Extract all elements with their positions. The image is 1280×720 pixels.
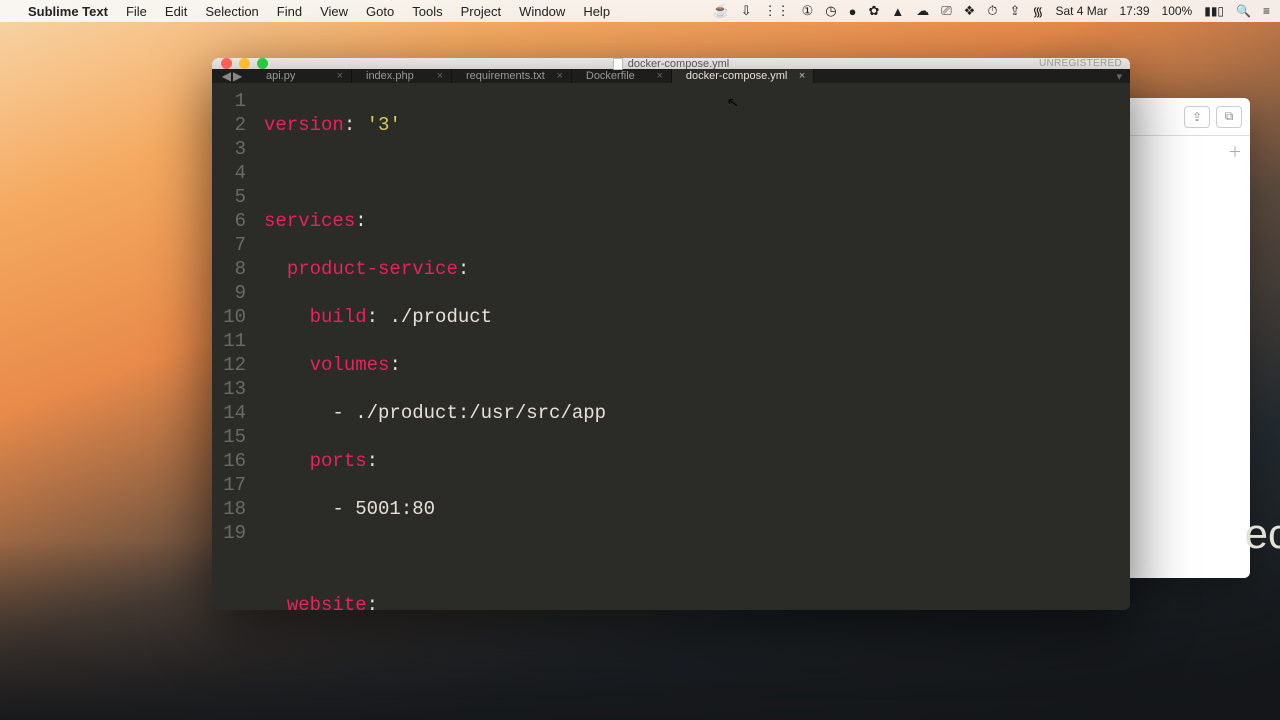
- file-icon: [613, 58, 623, 70]
- sublime-text-window[interactable]: docker-compose.yml UNREGISTERED ◀▶ api.p…: [212, 58, 1130, 610]
- line-number: 7: [212, 233, 246, 257]
- menu-window[interactable]: Window: [519, 4, 565, 19]
- app-menu[interactable]: Sublime Text: [28, 4, 108, 19]
- window-titlebar[interactable]: docker-compose.yml UNREGISTERED: [212, 58, 1130, 69]
- menu-selection[interactable]: Selection: [205, 4, 258, 19]
- menubar-time[interactable]: 17:39: [1119, 4, 1149, 18]
- spotlight-icon[interactable]: 🔍: [1236, 4, 1251, 18]
- tab-history-nav[interactable]: ◀▶: [212, 69, 252, 83]
- zoom-window-icon[interactable]: [257, 58, 268, 69]
- yaml-key: services: [264, 210, 355, 232]
- menu-help[interactable]: Help: [583, 4, 610, 19]
- line-number: 18: [212, 497, 246, 521]
- menu-file[interactable]: File: [126, 4, 147, 19]
- yaml-key: website: [287, 594, 367, 610]
- line-number: 19: [212, 521, 246, 545]
- line-number: 1: [212, 89, 246, 113]
- line-number: 8: [212, 257, 246, 281]
- status-icon[interactable]: ⏱: [987, 3, 997, 19]
- tab-label: api.py: [266, 70, 295, 82]
- macos-menubar: Sublime Text File Edit Selection Find Vi…: [0, 0, 1280, 22]
- line-number: 6: [212, 209, 246, 233]
- tabs-icon[interactable]: ⧉: [1216, 106, 1242, 128]
- code-content[interactable]: version: '3' services: product-service: …: [256, 83, 1130, 610]
- tab-docker-compose-yml[interactable]: docker-compose.yml ×: [672, 69, 814, 83]
- menu-find[interactable]: Find: [277, 4, 302, 19]
- yaml-value: - 5001:80: [332, 498, 435, 520]
- tab-overflow-icon[interactable]: ▾: [1116, 70, 1122, 83]
- status-icon[interactable]: ⇪: [1009, 3, 1020, 19]
- line-number: 12: [212, 353, 246, 377]
- tab-label: index.php: [366, 70, 414, 82]
- tab-index-php[interactable]: index.php ×: [352, 69, 452, 83]
- line-number: 10: [212, 305, 246, 329]
- line-number: 4: [212, 161, 246, 185]
- line-number: 3: [212, 137, 246, 161]
- close-icon[interactable]: ×: [799, 70, 805, 82]
- menubar-status-area: ☕ ⇩ ⋮⋮ ① ◷ ● ✿ ▲ ☁ ⎚ ❖ ⏱ ⇪ ᯾ Sat 4 Mar 1…: [713, 2, 1270, 20]
- close-icon[interactable]: ×: [656, 70, 662, 82]
- unregistered-label: UNREGISTERED: [1039, 58, 1122, 69]
- yaml-value: '3': [367, 114, 401, 136]
- partial-text: eck: [1245, 510, 1280, 558]
- menu-goto[interactable]: Goto: [366, 4, 394, 19]
- menu-project[interactable]: Project: [461, 4, 501, 19]
- yaml-key: product-service: [287, 258, 458, 280]
- chevron-left-icon[interactable]: ◀: [222, 69, 231, 83]
- tab-label: docker-compose.yml: [686, 70, 787, 82]
- line-number: 17: [212, 473, 246, 497]
- tab-label: requirements.txt: [466, 70, 545, 82]
- tab-api-py[interactable]: api.py ×: [252, 69, 352, 83]
- battery-icon[interactable]: ▮▮▯: [1204, 4, 1224, 18]
- battery-percent[interactable]: 100%: [1162, 4, 1193, 18]
- close-icon[interactable]: ×: [337, 70, 343, 82]
- close-icon[interactable]: ×: [556, 70, 562, 82]
- close-icon[interactable]: ×: [437, 70, 443, 82]
- menubar-date[interactable]: Sat 4 Mar: [1055, 4, 1107, 18]
- menu-tools[interactable]: Tools: [412, 4, 442, 19]
- status-icon[interactable]: ⋮⋮: [764, 3, 790, 19]
- line-number-gutter: 1 2 3 4 5 6 7 8 9 10 11 12 13 14 15 16 1…: [212, 83, 256, 610]
- status-icon[interactable]: ☕: [713, 3, 729, 19]
- yaml-key: volumes: [310, 354, 390, 376]
- tab-bar: ◀▶ api.py× index.php× requirements.txt× …: [212, 69, 1130, 83]
- close-window-icon[interactable]: [221, 58, 232, 69]
- tab-requirements-txt[interactable]: requirements.txt ×: [452, 69, 572, 83]
- status-icon[interactable]: ⇩: [741, 3, 752, 19]
- line-number: 5: [212, 185, 246, 209]
- line-number: 16: [212, 449, 246, 473]
- yaml-value: - ./product:/usr/src/app: [332, 402, 606, 424]
- yaml-key: build: [310, 306, 367, 328]
- status-icon[interactable]: ❖: [964, 3, 976, 19]
- yaml-value: ./product: [389, 306, 492, 328]
- status-icon[interactable]: ✿: [868, 3, 879, 19]
- line-number: 11: [212, 329, 246, 353]
- line-number: 15: [212, 425, 246, 449]
- status-icon[interactable]: ⎚: [941, 3, 951, 19]
- status-icon[interactable]: ●: [849, 4, 857, 19]
- line-number: 14: [212, 401, 246, 425]
- chevron-right-icon[interactable]: ▶: [233, 69, 242, 83]
- menu-view[interactable]: View: [320, 4, 348, 19]
- tab-label: Dockerfile: [586, 70, 635, 82]
- wifi-icon[interactable]: ᯾: [1032, 2, 1043, 20]
- line-number: 2: [212, 113, 246, 137]
- share-icon[interactable]: ⇪: [1184, 106, 1210, 128]
- line-number: 13: [212, 377, 246, 401]
- new-tab-icon[interactable]: ＋: [1228, 142, 1242, 162]
- menu-edit[interactable]: Edit: [165, 4, 187, 19]
- line-number: 9: [212, 281, 246, 305]
- status-icon[interactable]: ◷: [825, 3, 836, 19]
- editor-area[interactable]: 1 2 3 4 5 6 7 8 9 10 11 12 13 14 15 16 1…: [212, 83, 1130, 610]
- status-icon[interactable]: ①: [802, 3, 814, 19]
- tab-dockerfile[interactable]: Dockerfile ×: [572, 69, 672, 83]
- status-icon[interactable]: ☁: [916, 3, 929, 19]
- yaml-key: version: [264, 114, 344, 136]
- minimize-window-icon[interactable]: [239, 58, 250, 69]
- status-icon[interactable]: ▲: [891, 4, 904, 19]
- notification-center-icon[interactable]: ≡: [1263, 4, 1270, 18]
- window-title: docker-compose.yml: [628, 58, 729, 70]
- yaml-key: ports: [310, 450, 367, 472]
